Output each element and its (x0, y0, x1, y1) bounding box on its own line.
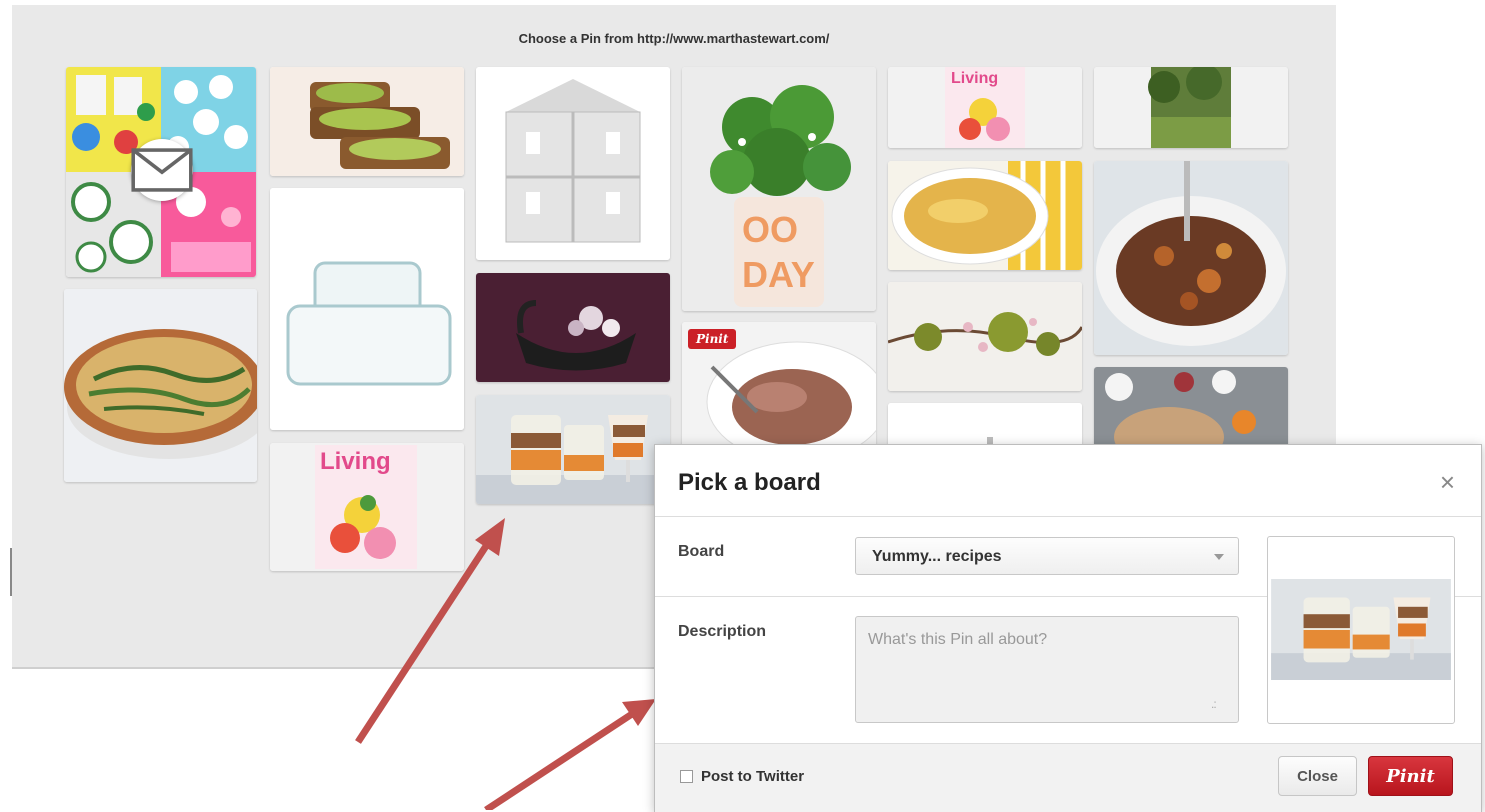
description-textarea[interactable] (855, 616, 1239, 723)
pin-preview-image (1267, 536, 1455, 724)
pinit-button[interactable]: Pinit (1368, 756, 1453, 796)
resize-grip-icon[interactable]: .: (1211, 697, 1217, 711)
close-button[interactable]: Close (1278, 756, 1357, 796)
annotation-arrowhead-description (622, 699, 656, 726)
dialog-title: Pick a board (678, 469, 821, 496)
board-label: Board (678, 543, 725, 560)
dialog-header: Pick a board × (655, 445, 1481, 517)
board-dropdown[interactable]: Yummy... recipes (855, 537, 1239, 575)
chevron-down-icon (1214, 554, 1224, 560)
post-to-twitter-checkbox[interactable] (680, 770, 693, 783)
annotation-arrow-to-pin (355, 541, 491, 744)
board-selected-value: Yummy... recipes (872, 548, 1002, 565)
post-to-twitter-label[interactable]: Post to Twitter (701, 768, 804, 785)
description-label: Description (678, 623, 767, 640)
pick-board-dialog: Pick a board × Board Yummy... recipes De… (654, 444, 1482, 812)
dialog-footer: Post to Twitter Close Pinit (655, 743, 1481, 812)
close-icon[interactable]: × (1440, 469, 1455, 495)
parfait-preview-thumbnail (1271, 579, 1451, 680)
annotation-arrow-to-description (484, 711, 634, 810)
